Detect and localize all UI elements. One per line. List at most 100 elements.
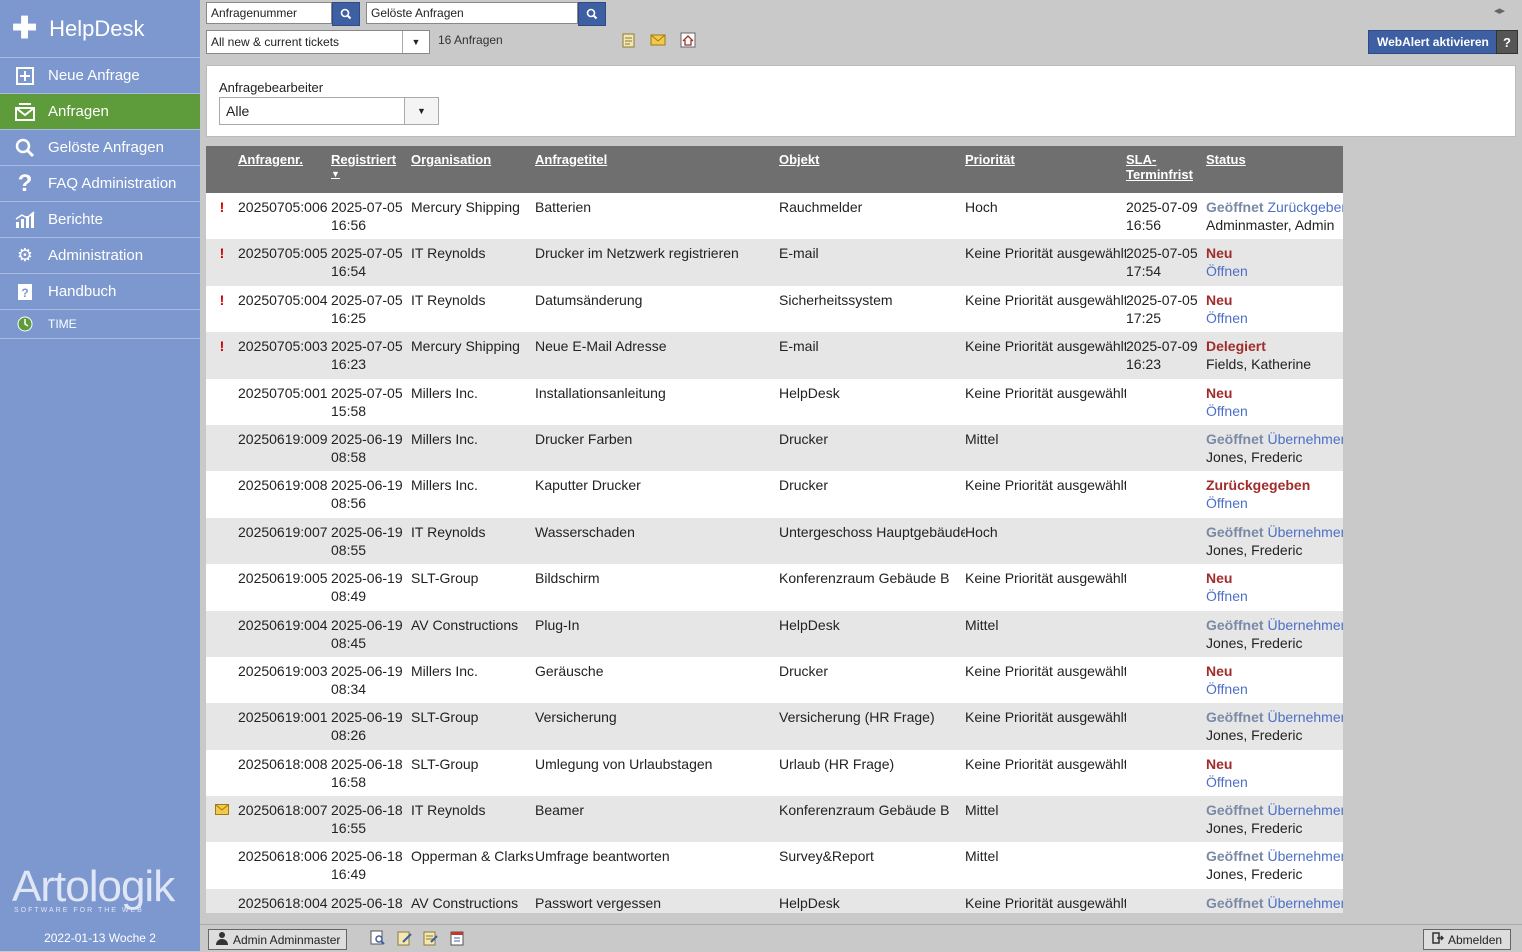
cell-anfragetitel[interactable]: Drucker im Netzwerk registrieren bbox=[535, 239, 779, 285]
open-link[interactable]: Öffnen bbox=[1206, 403, 1248, 419]
search-icon bbox=[14, 138, 36, 158]
table-row[interactable]: 20250619:009 2025-06-19 08:58 Millers Inc. D… bbox=[206, 424, 1343, 472]
cell-anfragetitel[interactable]: Versicherung bbox=[535, 703, 779, 749]
ticket-filter-select[interactable]: All new & current tickets ▼ bbox=[206, 30, 430, 54]
status-assignee: Adminmaster, Admin bbox=[1206, 217, 1335, 233]
open-link[interactable]: Öffnen bbox=[1206, 263, 1248, 279]
table-row[interactable]: 20250618:008 2025-06-18 16:58 SLT-Group Umle… bbox=[206, 750, 1343, 796]
sidebar-item-time[interactable]: TIME bbox=[0, 310, 200, 339]
resolved-search-button[interactable] bbox=[578, 2, 606, 26]
sidebar-item-neue-anfrage[interactable]: Neue Anfrage bbox=[0, 58, 200, 94]
cell-anfragenr[interactable]: 20250619:005 bbox=[238, 564, 331, 610]
cell-anfragetitel[interactable]: Kaputter Drucker bbox=[535, 471, 779, 517]
mail-icon[interactable] bbox=[650, 32, 666, 48]
cell-anfragetitel[interactable]: Wasserschaden bbox=[535, 518, 779, 564]
status-action-link[interactable]: Übernehmen bbox=[1267, 895, 1343, 911]
col-registriert[interactable]: Registriert ▼ bbox=[331, 146, 411, 193]
cell-anfragenr[interactable]: 20250619:004 bbox=[238, 611, 331, 657]
note-icon[interactable] bbox=[621, 32, 637, 48]
ticket-number-input[interactable] bbox=[206, 2, 332, 24]
cell-anfragetitel[interactable]: Datumsänderung bbox=[535, 286, 779, 332]
edit-icon[interactable] bbox=[397, 930, 413, 946]
status-action-link[interactable]: Übernehmen bbox=[1267, 802, 1343, 818]
col-objekt[interactable]: Objekt bbox=[779, 146, 965, 193]
cell-anfragenr[interactable]: 20250618:007 bbox=[238, 796, 331, 842]
app-brand[interactable]: ✚ HelpDesk bbox=[0, 0, 200, 58]
cell-anfragenr[interactable]: 20250705:001 bbox=[238, 379, 331, 425]
table-row[interactable]: ! 20250705:003 2025-07-05 16:23 Mercury Ship… bbox=[206, 332, 1343, 379]
open-link[interactable]: Öffnen bbox=[1206, 588, 1248, 604]
status-action-link[interactable]: Übernehmen bbox=[1267, 524, 1343, 540]
cell-anfragetitel[interactable]: Batterien bbox=[535, 193, 779, 239]
cell-anfragenr[interactable]: 20250619:009 bbox=[238, 425, 331, 471]
cell-anfragetitel[interactable]: Drucker Farben bbox=[535, 425, 779, 471]
ticket-number-search-button[interactable] bbox=[332, 2, 360, 26]
cell-anfragenr[interactable]: 20250705:004 bbox=[238, 286, 331, 332]
sidebar-item-administration[interactable]: ⚙ Administration bbox=[0, 238, 200, 274]
col-anfragenr[interactable]: Anfragenr. bbox=[238, 146, 331, 193]
cell-anfragetitel[interactable]: Installationsanleitung bbox=[535, 379, 779, 425]
help-button[interactable]: ? bbox=[1496, 30, 1518, 54]
table-row[interactable]: 20250618:006 2025-06-18 16:49 Opperman & Cl… bbox=[206, 842, 1343, 888]
table-row[interactable]: 20250619:004 2025-06-19 08:45 AV Constructi… bbox=[206, 610, 1343, 657]
col-anfragetitel[interactable]: Anfragetitel bbox=[535, 146, 779, 193]
col-sla[interactable]: SLA- Terminfrist bbox=[1126, 146, 1206, 193]
table-row[interactable]: ! 20250705:004 2025-07-05 16:25 IT Reynolds D… bbox=[206, 286, 1343, 332]
open-link[interactable]: Öffnen bbox=[1206, 774, 1248, 790]
open-link[interactable]: Öffnen bbox=[1206, 681, 1248, 697]
cell-anfragetitel[interactable]: Beamer bbox=[535, 796, 779, 842]
search-doc-icon[interactable] bbox=[370, 930, 386, 946]
table-row[interactable]: 20250705:001 2025-07-05 15:58 Millers Inc. I… bbox=[206, 379, 1343, 425]
cell-anfragenr[interactable]: 20250619:003 bbox=[238, 657, 331, 703]
cell-anfragenr[interactable]: 20250618:006 bbox=[238, 842, 331, 888]
sidebar-item-anfragen[interactable]: Anfragen bbox=[0, 94, 200, 130]
open-link[interactable]: Öffnen bbox=[1206, 495, 1248, 511]
cell-anfragenr[interactable]: 20250705:005 bbox=[238, 239, 331, 285]
cell-anfragetitel[interactable]: Neue E-Mail Adresse bbox=[535, 332, 779, 378]
user-button[interactable]: Admin Adminmaster bbox=[208, 929, 348, 950]
webalert-button[interactable]: WebAlert aktivieren bbox=[1368, 30, 1498, 54]
cell-anfragenr[interactable]: 20250705:003 bbox=[238, 332, 331, 378]
status-action-link[interactable]: Zurückgeben bbox=[1267, 199, 1343, 215]
col-organisation[interactable]: Organisation bbox=[411, 146, 535, 193]
table-row[interactable]: 20250619:007 2025-06-19 08:55 IT Reynolds Wa… bbox=[206, 517, 1343, 565]
cell-anfragetitel[interactable]: Bildschirm bbox=[535, 564, 779, 610]
table-row[interactable]: 20250619:008 2025-06-19 08:56 Millers Inc. K… bbox=[206, 471, 1343, 517]
cell-anfragenr[interactable]: 20250619:007 bbox=[238, 518, 331, 564]
cell-anfragenr[interactable]: 20250705:006 bbox=[238, 193, 331, 239]
table-row[interactable]: 20250619:003 2025-06-19 08:34 Millers Inc. G… bbox=[206, 657, 1343, 703]
table-row[interactable]: 20250619:001 2025-06-19 08:26 SLT-Group Vers… bbox=[206, 703, 1343, 750]
cell-anfragetitel[interactable]: Umlegung von Urlaubstagen bbox=[535, 750, 779, 796]
table-row[interactable]: 20250618:004 2025-06-18 AV Constructions Pa… bbox=[206, 888, 1343, 913]
cell-anfragetitel[interactable]: Geräusche bbox=[535, 657, 779, 703]
status-action-link[interactable]: Übernehmen bbox=[1267, 709, 1343, 725]
status-action-link[interactable]: Übernehmen bbox=[1267, 617, 1343, 633]
sidebar-item-handbuch[interactable]: ? Handbuch bbox=[0, 274, 200, 310]
calendar-icon[interactable] bbox=[449, 930, 465, 946]
sidebar-item-berichte[interactable]: Berichte bbox=[0, 202, 200, 238]
cell-anfragetitel[interactable]: Umfrage beantworten bbox=[535, 842, 779, 888]
cell-anfragenr[interactable]: 20250619:008 bbox=[238, 471, 331, 517]
cell-anfragetitel[interactable]: Passwort vergessen bbox=[535, 889, 779, 913]
table-row[interactable]: 20250619:005 2025-06-19 08:49 SLT-Group Bild… bbox=[206, 564, 1343, 610]
cell-anfragetitel[interactable]: Plug-In bbox=[535, 611, 779, 657]
status-action-link[interactable]: Übernehmen bbox=[1267, 431, 1343, 447]
cell-anfragenr[interactable]: 20250619:001 bbox=[238, 703, 331, 749]
col-prioritaet[interactable]: Priorität bbox=[965, 146, 1126, 193]
col-status[interactable]: Status bbox=[1206, 146, 1343, 193]
sidebar-item-faq-administration[interactable]: ? FAQ Administration bbox=[0, 166, 200, 202]
logout-button[interactable]: Abmelden bbox=[1423, 929, 1512, 950]
cell-anfragenr[interactable]: 20250618:004 bbox=[238, 889, 331, 913]
open-link[interactable]: Öffnen bbox=[1206, 310, 1248, 326]
resolved-search-input[interactable] bbox=[366, 2, 578, 24]
cell-anfragenr[interactable]: 20250618:008 bbox=[238, 750, 331, 796]
collapse-icon[interactable]: ◂▸ bbox=[1494, 4, 1505, 17]
table-row[interactable]: 20250618:007 2025-06-18 16:55 IT Reynolds Be… bbox=[206, 796, 1343, 843]
table-row[interactable]: ! 20250705:006 2025-07-05 16:56 Mercury Ship… bbox=[206, 193, 1343, 239]
table-row[interactable]: ! 20250705:005 2025-07-05 16:54 IT Reynolds D… bbox=[206, 239, 1343, 286]
status-action-link[interactable]: Übernehmen bbox=[1267, 848, 1343, 864]
home-icon[interactable] bbox=[680, 32, 696, 48]
assignee-select[interactable]: Alle ▼ bbox=[219, 97, 439, 125]
sidebar-item-geloeste-anfragen[interactable]: Gelöste Anfragen bbox=[0, 130, 200, 166]
notes-icon[interactable] bbox=[423, 930, 439, 946]
